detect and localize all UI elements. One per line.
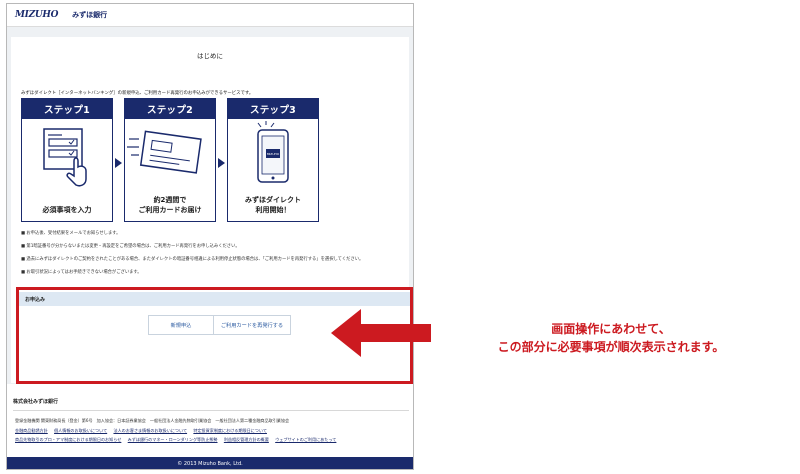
step-2-panel: ステップ2 約2週間で ご利用カードお届け bbox=[124, 98, 216, 222]
footer-links-row-1: 金融商品勧誘方針 個人情報のお取扱いについて 法人のお客さま情報のお取扱いについ… bbox=[15, 428, 272, 434]
bank-name: みずほ銀行 bbox=[72, 11, 108, 19]
callout-line-1: 画面操作にあわせて、 bbox=[551, 322, 671, 336]
footer-link[interactable]: 金融商品勧誘方針 bbox=[15, 428, 48, 433]
callout-text: 画面操作にあわせて、 この部分に必要事項が順次表示されます。 bbox=[436, 320, 786, 356]
step-2-label: ステップ2 bbox=[125, 99, 215, 119]
footer-link[interactable]: 法人のお客さま情報のお取扱いについて bbox=[113, 428, 187, 433]
footer-link[interactable]: 利益相反管理方針の概要 bbox=[224, 437, 269, 442]
site-header: MIZUHO みずほ銀行 bbox=[7, 4, 413, 27]
footer-divider bbox=[13, 410, 409, 411]
footer-link[interactable]: 個人情報のお取扱いについて bbox=[54, 428, 107, 433]
mizuho-logo[interactable]: MIZUHO bbox=[15, 10, 58, 20]
step-arrow-icon bbox=[218, 158, 225, 168]
page-title: はじめに bbox=[197, 52, 223, 60]
form-entry-icon bbox=[43, 128, 87, 187]
callout-line-2: この部分に必要事項が順次表示されます。 bbox=[497, 340, 725, 354]
application-heading: お申込み bbox=[19, 292, 410, 306]
step-1-label: ステップ1 bbox=[22, 99, 112, 119]
card-reissue-button[interactable]: ご利用カードを再発行する bbox=[214, 316, 290, 334]
red-arrow-icon bbox=[331, 309, 431, 357]
site-footer: 株式会社みずほ銀行 登録金融機関 関東財務局長（登金）第6号 加入協会：日本証券… bbox=[7, 384, 413, 469]
registration-info: 登録金融機関 関東財務局長（登金）第6号 加入協会：日本証券業協会 一般社団法人… bbox=[15, 418, 290, 423]
copyright-bar: © 2013 Mizuho Bank, Ltd. bbox=[7, 457, 413, 469]
step-1-panel: ステップ1 必須事項を入力 bbox=[21, 98, 113, 222]
step-arrow-icon bbox=[115, 158, 122, 168]
footer-link[interactable]: みずほ銀行のマネー・ローンダリング等防止態勢 bbox=[128, 437, 218, 442]
phone-app-label: MIZUHO bbox=[267, 152, 280, 156]
step-2-caption: 約2週間で ご利用カードお届け bbox=[138, 196, 202, 214]
note-item: ■ 過去にみずほダイレクトのご契約をされたことがある場合、またダイレクトの暗証番… bbox=[21, 257, 364, 262]
step-3-panel: ステップ3 MIZUHO みずほダイレクト 利用開始！ bbox=[227, 98, 319, 222]
new-application-button[interactable]: 新規申込 bbox=[149, 316, 214, 334]
intro-text: みずほダイレクト［インターネットバンキング］の新規申込、ご利用カード再発行のお申… bbox=[21, 91, 254, 96]
step-3-caption: みずほダイレクト 利用開始！ bbox=[245, 196, 301, 214]
note-item: ■ お取引状況によってはお手続きできない場合がございます。 bbox=[21, 270, 142, 275]
smartphone-icon: MIZUHO bbox=[257, 121, 289, 183]
card-delivery-icon bbox=[127, 130, 202, 174]
footer-link[interactable]: ウェブサイトのご利用にあたって bbox=[275, 437, 336, 442]
footer-link[interactable]: 商品先物取引のプロ・アマ制度における期限日のお知らせ bbox=[15, 437, 121, 442]
step-1-caption: 必須事項を入力 bbox=[42, 206, 92, 214]
footer-link[interactable]: 特定投資家制度における期限日について bbox=[193, 428, 267, 433]
note-item: ■ 第1暗証番号が分からないまたは変更・再設定をご希望の場合は、ご利用カード再発… bbox=[21, 244, 240, 249]
notes-list: ■ お申込後、受付結果をメールでお知らせします。 ■ 第1暗証番号が分からないま… bbox=[21, 230, 406, 282]
application-buttons: 新規申込 ご利用カードを再発行する bbox=[148, 315, 291, 335]
note-item: ■ お申込後、受付結果をメールでお知らせします。 bbox=[21, 231, 121, 236]
browser-frame: MIZUHO みずほ銀行 はじめに みずほダイレクト［インターネットバンキング］… bbox=[6, 3, 414, 470]
company-name: 株式会社みずほ銀行 bbox=[13, 399, 59, 405]
step-3-label: ステップ3 bbox=[228, 99, 318, 119]
footer-links-row-2: 商品先物取引のプロ・アマ制度における期限日のお知らせ みずほ銀行のマネー・ローン… bbox=[15, 437, 341, 443]
